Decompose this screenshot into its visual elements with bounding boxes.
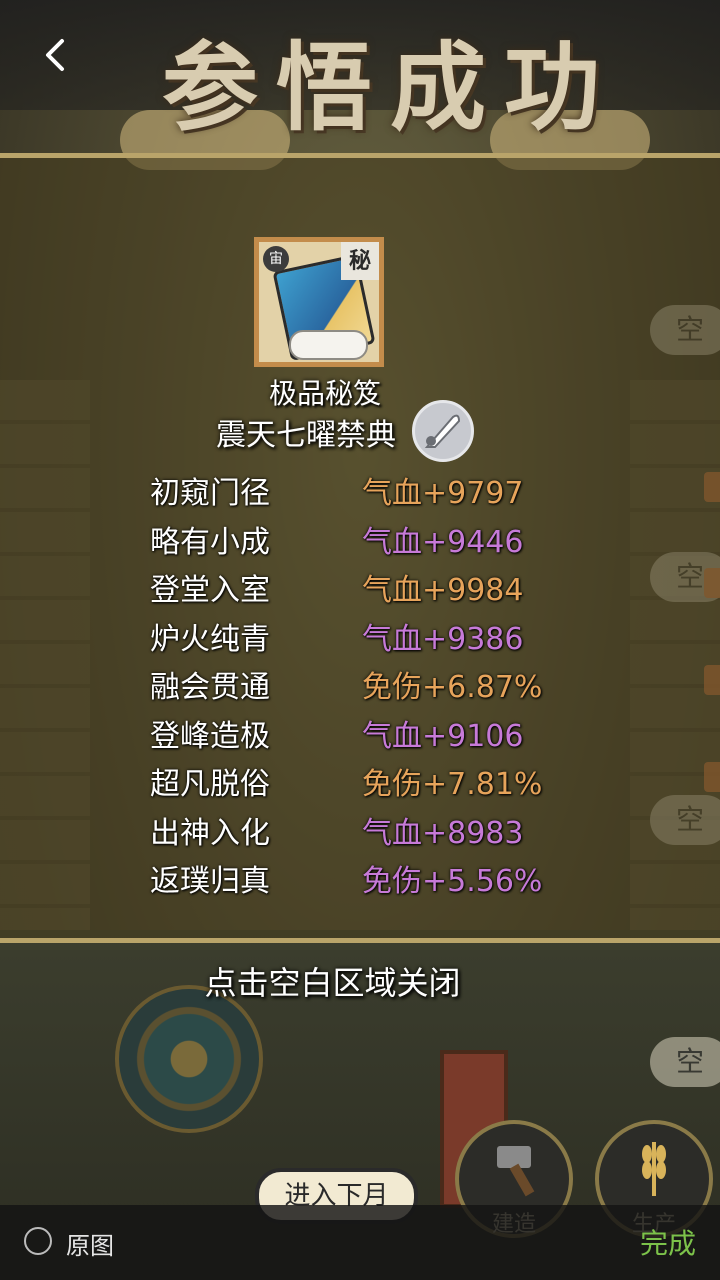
- stat-row: 融会贯通 免伤+6.87%: [150, 658, 670, 707]
- stat-label: 初窥门径: [150, 476, 270, 511]
- stat-label: 登峰造极: [150, 718, 270, 754]
- stat-row: 登堂入室 气血+9984: [150, 561, 670, 610]
- banner-title: 参悟成功: [162, 31, 618, 144]
- done-button[interactable]: 完成: [640, 1222, 696, 1262]
- item-name: 震天七曜禁典: [216, 418, 396, 453]
- stat-value: 气血+9106: [362, 718, 524, 754]
- stat-value: 免伤+6.87%: [362, 670, 543, 705]
- scene-wheel-ornament: [115, 985, 263, 1133]
- original-image-radio[interactable]: [24, 1227, 52, 1255]
- cloud-icon: [289, 330, 368, 360]
- stat-row: 登峰造极 气血+9106: [150, 707, 670, 756]
- quill-icon: [412, 400, 474, 462]
- item-icon-card: 宙 秘: [254, 237, 384, 367]
- stat-label: 返璞归真: [150, 864, 270, 899]
- close-hint[interactable]: 点击空白区域关闭: [0, 958, 665, 1004]
- stat-label: 略有小成: [150, 524, 270, 560]
- stat-value: 气血+9386: [362, 621, 524, 657]
- stats-list: 初窥门径 气血+9797 略有小成 气血+9446 登堂入室 气血+9984 炉火纯青 气血+…: [150, 464, 670, 901]
- stat-value: 免伤+7.81%: [362, 767, 543, 802]
- side-slot-button[interactable]: 空: [650, 1037, 720, 1087]
- item-type-label: 极品秘笈: [268, 377, 381, 410]
- wheat-icon: [642, 1142, 666, 1196]
- stat-value: 气血+9984: [362, 573, 524, 608]
- stat-row: 超凡脱俗 免伤+7.81%: [150, 755, 670, 804]
- stat-value: 气血+9797: [362, 476, 524, 511]
- item-badge-left: 宙: [263, 246, 289, 272]
- stat-value: 免伤+5.56%: [362, 864, 543, 899]
- stat-row: 出神入化 气血+8983: [150, 804, 670, 853]
- stat-label: 超凡脱俗: [150, 767, 270, 802]
- original-image-label[interactable]: 原图: [66, 1226, 114, 1261]
- stat-row: 返璞归真 免伤+5.56%: [150, 852, 670, 901]
- stat-label: 登堂入室: [150, 573, 270, 608]
- item-badge-right: 秘: [341, 242, 379, 280]
- back-chevron-icon[interactable]: [38, 35, 78, 75]
- stat-row: 炉火纯青 气血+9386: [150, 610, 670, 659]
- stat-label: 炉火纯青: [150, 621, 270, 657]
- stat-label: 出神入化: [150, 815, 270, 851]
- hammer-icon: [497, 1146, 535, 1197]
- stat-row: 略有小成 气血+9446: [150, 513, 670, 562]
- stat-value: 气血+9446: [362, 524, 524, 560]
- stat-label: 融会贯通: [150, 670, 270, 705]
- stat-value: 气血+8983: [362, 815, 524, 851]
- stat-row: 初窥门径 气血+9797: [150, 464, 670, 513]
